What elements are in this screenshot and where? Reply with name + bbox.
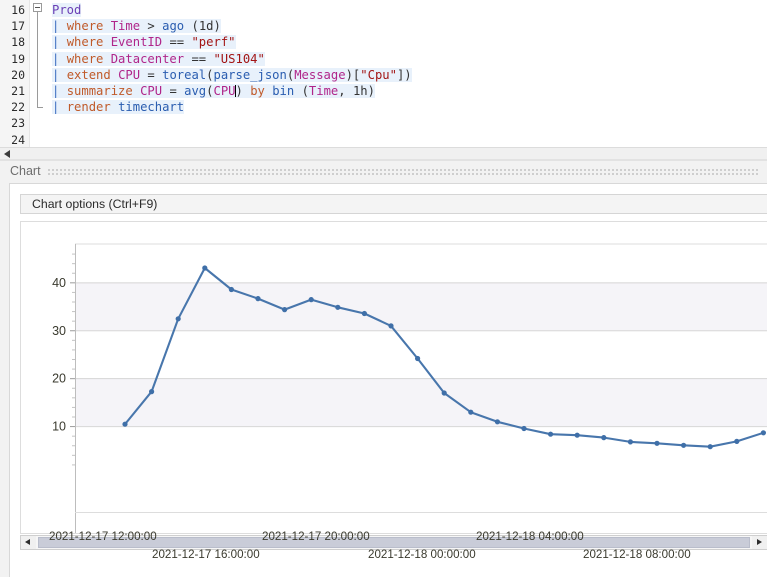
panel-drag-grip[interactable] xyxy=(48,169,760,177)
x-tick-label: 2021-12-17 16:00:00 xyxy=(152,548,260,561)
code-line-19[interactable]: | where Datacenter == "US104" xyxy=(48,51,767,67)
grid-band xyxy=(75,378,767,427)
code-line-21[interactable]: | summarize CPU = avg(CPU) by bin (Time,… xyxy=(48,83,767,99)
series-marker xyxy=(175,316,181,322)
fold-end-marker xyxy=(37,99,43,108)
code-line-24[interactable] xyxy=(48,132,767,148)
scroll-left-arrow-icon[interactable] xyxy=(4,150,10,158)
line-number: 24 xyxy=(11,132,25,147)
y-tick-label: 40 xyxy=(52,276,66,290)
line-number: 21 xyxy=(11,83,25,98)
y-tick-label: 10 xyxy=(52,420,66,434)
panel-tab-row: Chart xyxy=(0,161,767,183)
line-number: 18 xyxy=(11,35,25,50)
plot-area[interactable]: 10 20 30 40 xyxy=(20,221,767,534)
chart-options-bar[interactable]: Chart options (Ctrl+F9) xyxy=(20,194,767,214)
series-marker xyxy=(654,440,660,446)
line-number: 16 xyxy=(11,3,25,17)
y-tick-label: 30 xyxy=(52,324,66,338)
x-tick-label: 2021-12-17 20:00:00 xyxy=(262,530,370,543)
series-marker xyxy=(361,310,368,317)
series-marker xyxy=(282,306,288,313)
timechart-svg: 10 20 30 40 xyxy=(52,243,767,533)
x-tick-label: 2021-12-18 08:00:00 xyxy=(583,548,691,561)
series-marker xyxy=(122,421,128,427)
series-marker xyxy=(521,425,527,432)
series-marker xyxy=(335,304,341,310)
series-marker xyxy=(441,390,447,396)
series-marker xyxy=(255,295,261,302)
fold-guide-line xyxy=(37,12,38,99)
line-number: 22 xyxy=(11,100,25,115)
series-marker xyxy=(388,323,394,329)
code-folding-column[interactable] xyxy=(30,0,48,147)
code-line-18[interactable]: | where EventID == "perf" xyxy=(48,34,767,50)
code-line-17[interactable]: | where Time > ago (1d) xyxy=(48,18,767,34)
x-tick-label: 2021-12-18 04:00:00 xyxy=(476,530,584,543)
line-number: 19 xyxy=(11,51,25,66)
series-marker xyxy=(547,431,554,437)
series-marker xyxy=(601,435,607,441)
y-tick-label: 20 xyxy=(52,372,66,386)
series-marker xyxy=(707,444,713,450)
line-number: 20 xyxy=(11,67,25,82)
series-marker xyxy=(308,296,314,303)
series-marker xyxy=(627,439,634,445)
series-marker xyxy=(574,432,580,438)
code-line-22[interactable]: | render timechart xyxy=(48,99,767,115)
chart-panel-body: Chart options (Ctrl+F9) 10 20 30 40 xyxy=(9,183,767,577)
x-tick-label: 2021-12-18 00:00:00 xyxy=(368,548,476,561)
series-marker xyxy=(760,430,767,436)
series-marker xyxy=(415,355,421,362)
query-editor[interactable]: 16 17 18 19 20 21 22 23 24 Prod | where … xyxy=(0,0,767,147)
line-number: 23 xyxy=(11,116,25,131)
code-text-area[interactable]: Prod | where Time > ago (1d) | where Eve… xyxy=(48,0,767,147)
chart-panel: Chart Chart options (Ctrl+F9) 10 20 30 40 2… xyxy=(0,161,767,577)
code-line-16[interactable]: Prod xyxy=(48,2,767,18)
series-marker xyxy=(468,409,474,415)
series-marker xyxy=(494,419,501,425)
x-tick-label: 2021-12-17 12:00:00 xyxy=(49,530,157,543)
series-marker xyxy=(202,265,208,271)
x-axis-labels: 2021-12-17 12:00:00 2021-12-17 16:00:00 … xyxy=(0,529,767,577)
kusto-explorer-window: 16 17 18 19 20 21 22 23 24 Prod | where … xyxy=(0,0,767,577)
tab-chart[interactable]: Chart xyxy=(10,164,41,178)
code-line-20[interactable]: | extend CPU = toreal(parse_json(Message… xyxy=(48,67,767,83)
series-marker xyxy=(680,442,687,448)
grid-band xyxy=(75,282,767,331)
code-line-23[interactable] xyxy=(48,115,767,131)
series-marker xyxy=(149,389,155,395)
editor-horizontal-scrollbar[interactable] xyxy=(0,147,767,161)
series-marker xyxy=(228,286,234,293)
series-marker xyxy=(734,438,740,444)
line-number-gutter: 16 17 18 19 20 21 22 23 24 xyxy=(0,0,30,147)
collapse-block-icon[interactable] xyxy=(33,3,42,12)
line-number: 17 xyxy=(11,19,25,34)
